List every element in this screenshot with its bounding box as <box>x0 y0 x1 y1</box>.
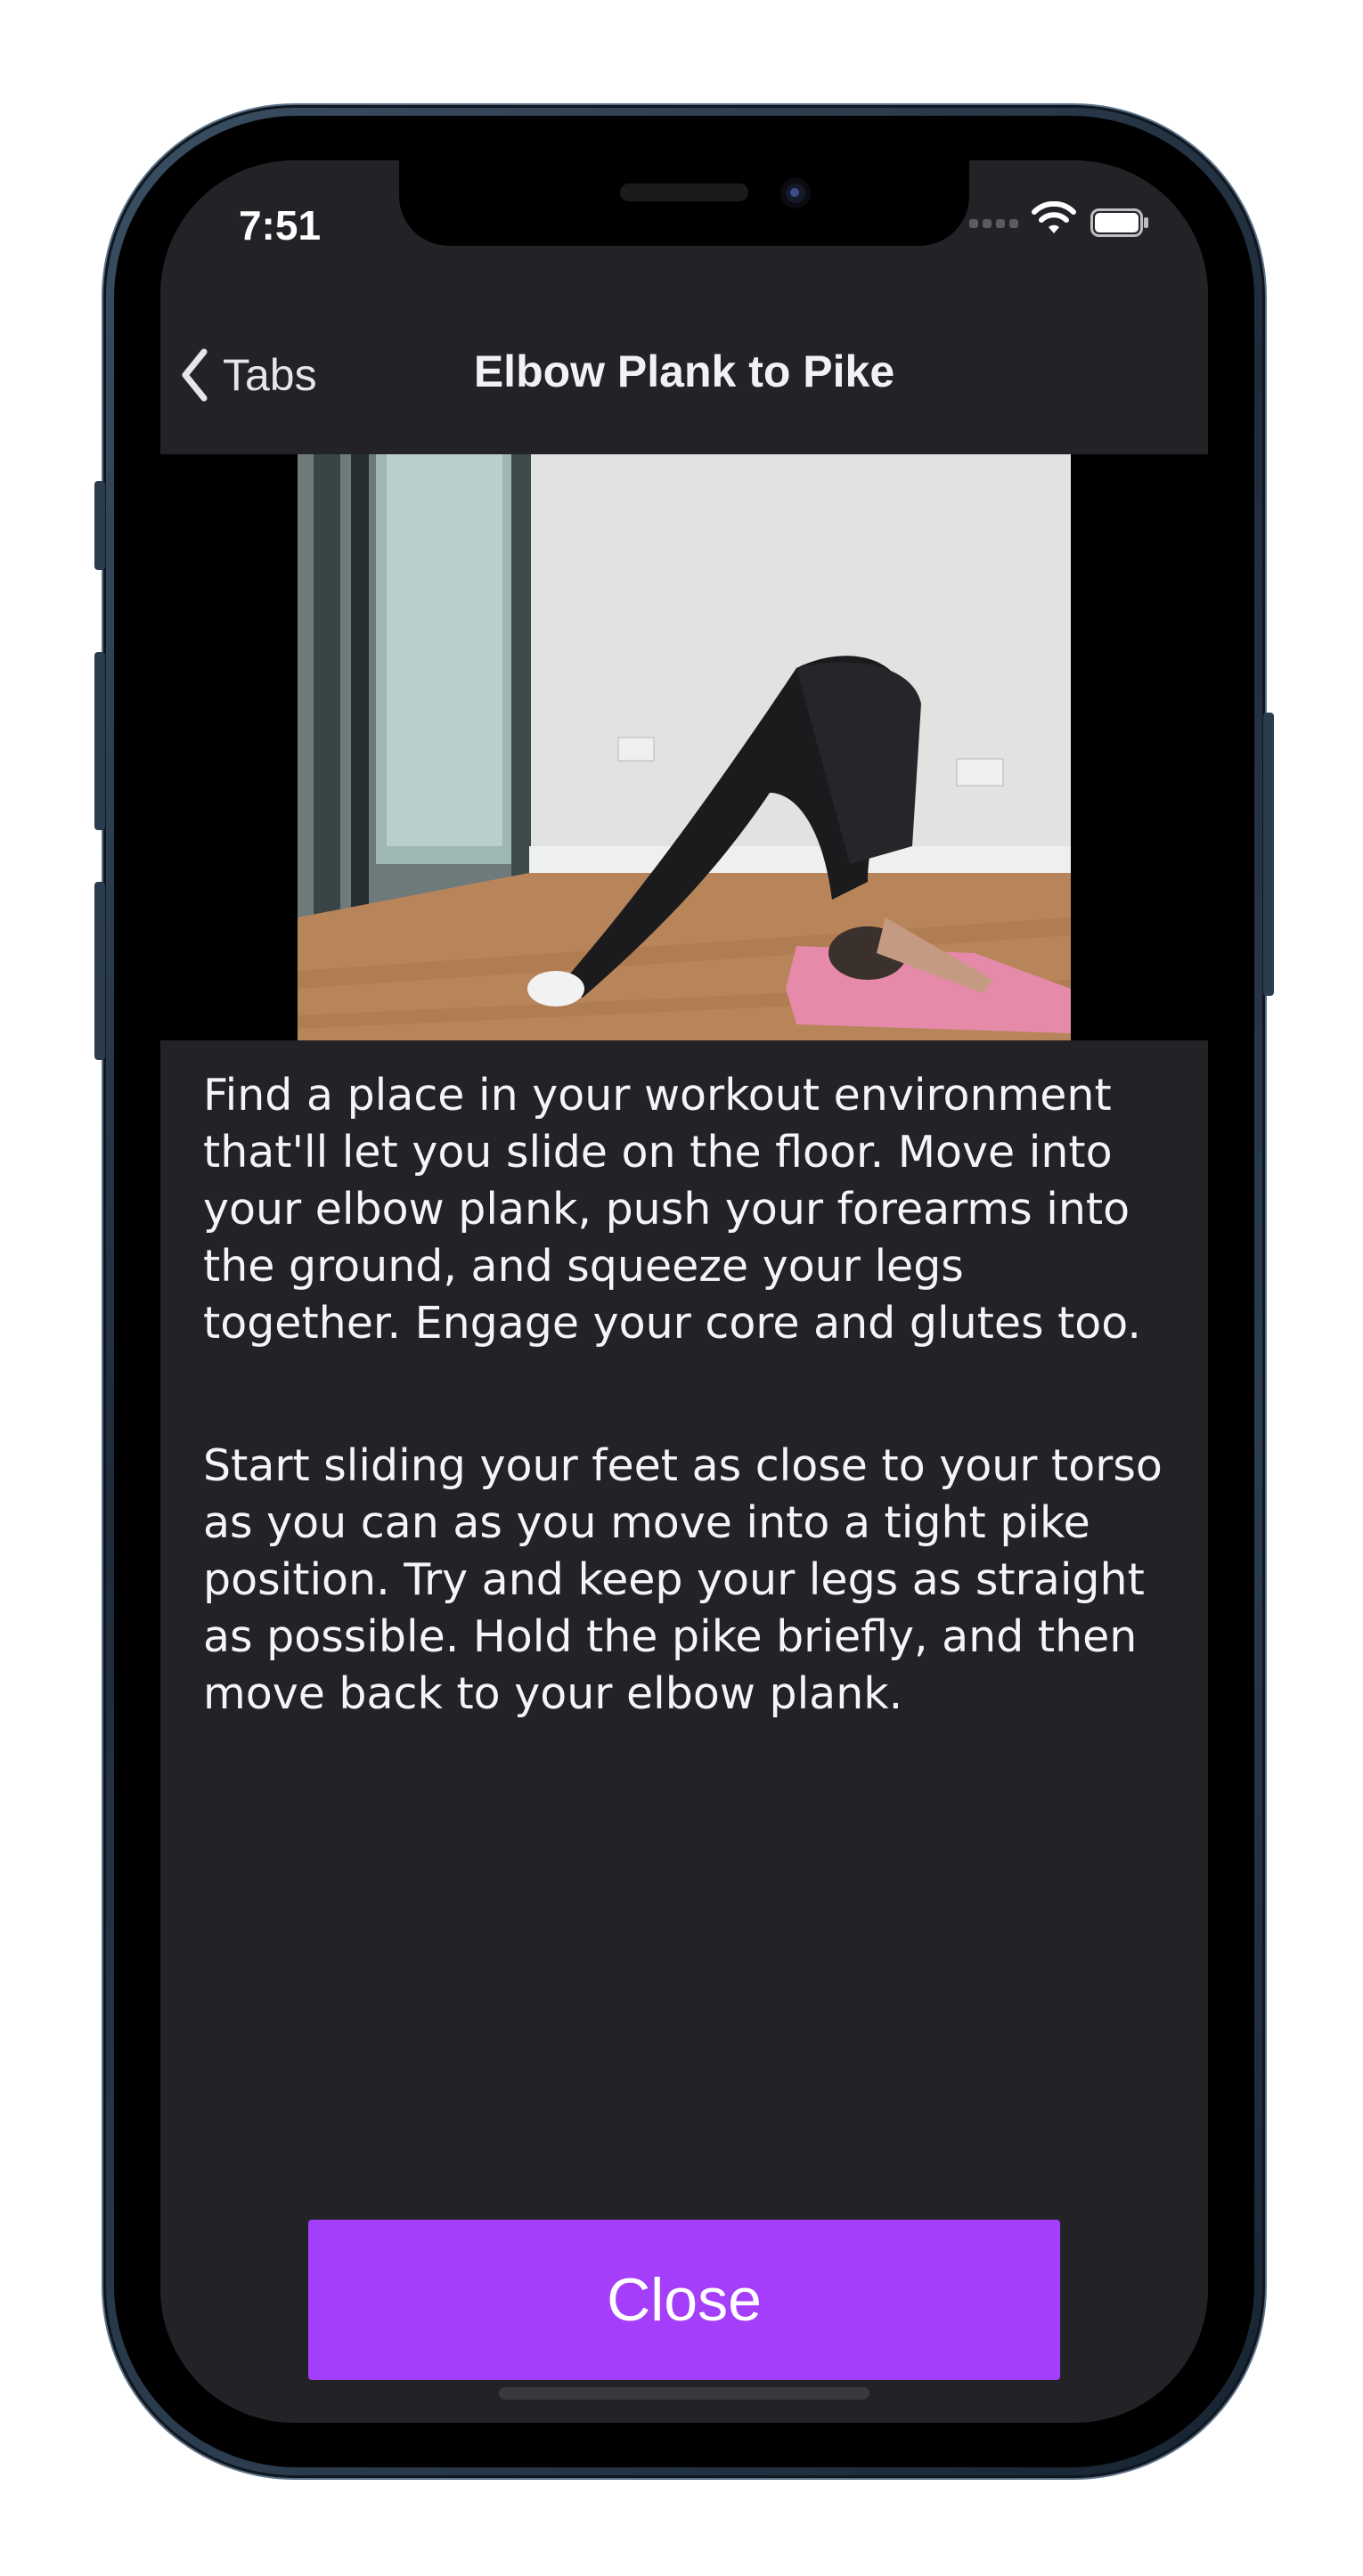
front-camera <box>780 178 811 208</box>
volume-down-button <box>94 882 105 1060</box>
volume-up-button <box>94 652 105 830</box>
page-title: Elbow Plank to Pike <box>473 346 895 396</box>
wifi-icon <box>1032 201 1076 233</box>
status-time: 7:51 <box>238 202 322 249</box>
exercise-video[interactable] <box>298 454 1071 1040</box>
home-indicator[interactable] <box>499 2387 869 2400</box>
screen: 7:51 Tabs Elbow Plank to Pike Find a pla… <box>160 160 1208 2423</box>
speaker-grille <box>620 183 748 201</box>
battery-icon <box>1090 208 1148 237</box>
notch <box>399 160 969 246</box>
power-button <box>1263 713 1274 996</box>
status-icons <box>969 196 1208 249</box>
silent-switch <box>94 481 105 570</box>
description-paragraph: Start sliding your feet as close to your… <box>203 1440 1163 1719</box>
description-paragraph: Find a place in your workout environment… <box>203 1070 1141 1349</box>
signal-icon <box>969 219 1018 228</box>
exercise-description: Find a place in your workout environment… <box>203 1067 1174 1808</box>
media-area <box>160 454 1208 1040</box>
close-button[interactable]: Close <box>308 2220 1060 2380</box>
exercise-illustration <box>298 454 1071 1040</box>
nav-bar: Tabs Elbow Plank to Pike <box>160 294 1208 454</box>
